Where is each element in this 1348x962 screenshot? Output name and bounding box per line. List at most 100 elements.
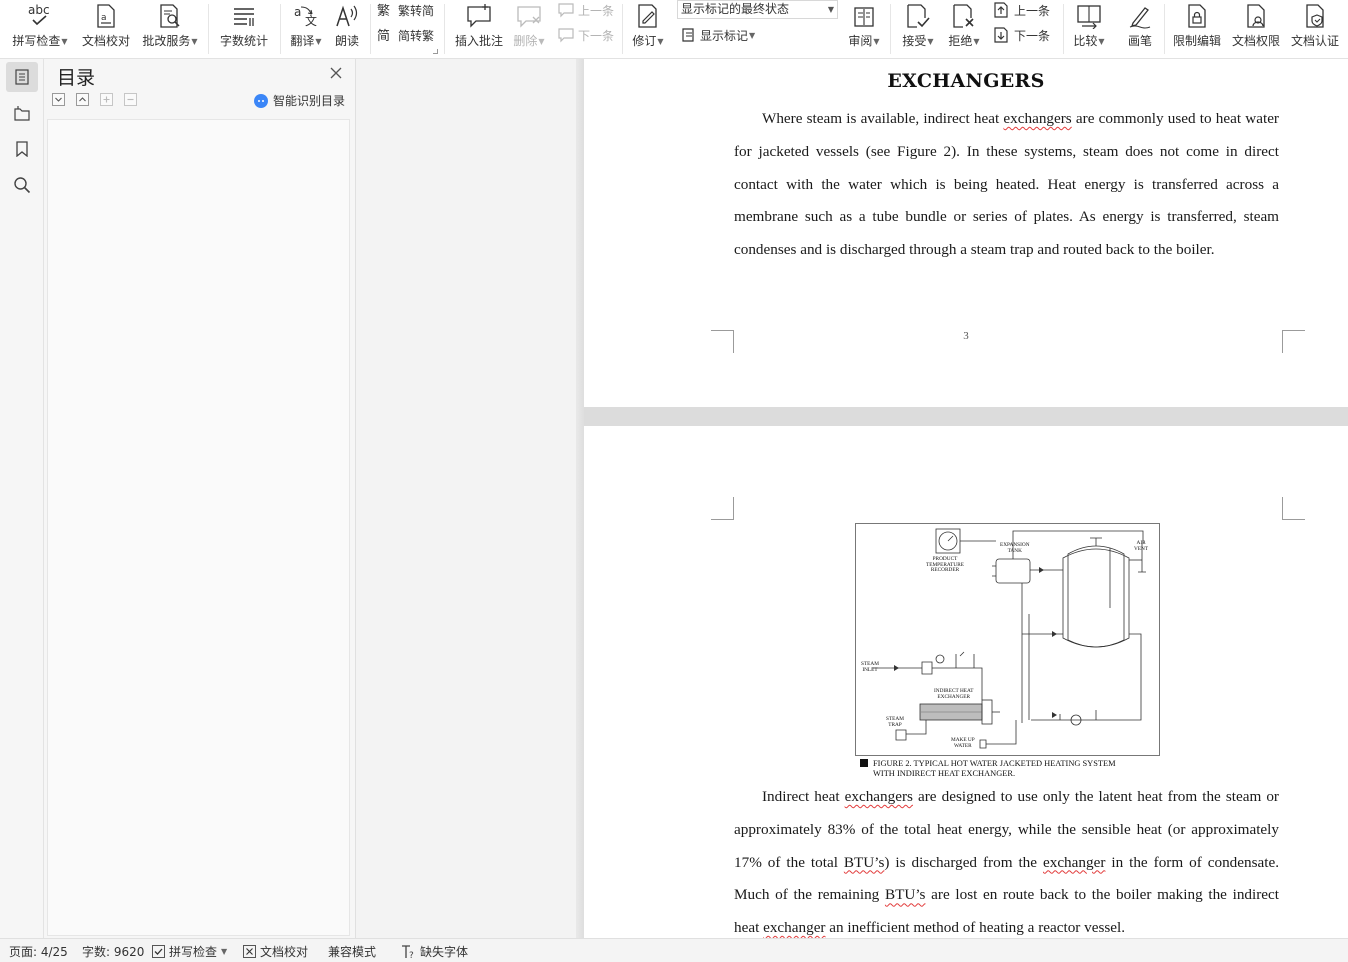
- close-icon: [330, 67, 342, 79]
- toc-tab[interactable]: [6, 62, 38, 92]
- to-simplified-button[interactable]: 繁 繁转简: [377, 0, 434, 20]
- toc-toolbar: [52, 93, 137, 106]
- spelling-flag[interactable]: BTU’s: [885, 886, 926, 903]
- markup-state-select[interactable]: 显示标记的最终状态 ▼: [677, 0, 838, 19]
- document-canvas[interactable]: EXCHANGERS Where steam is available, ind…: [356, 59, 1348, 938]
- svg-text:abc: abc: [28, 3, 50, 17]
- pen-icon: [1127, 1, 1153, 29]
- translate-label: 翻译: [290, 34, 315, 48]
- revise-icon: [157, 1, 183, 29]
- group-launcher-icon[interactable]: [433, 49, 438, 54]
- page-indicator[interactable]: 页面: 4/25: [9, 943, 68, 960]
- track-changes-label: 修订: [632, 34, 657, 48]
- figure-label: EXPANSION TANK: [1000, 542, 1030, 554]
- search-tab[interactable]: [6, 170, 38, 200]
- spelling-flag[interactable]: exchanger: [763, 919, 825, 936]
- spelling-flag[interactable]: BTU’s: [844, 854, 885, 871]
- compat-mode-indicator[interactable]: 兼容模式: [328, 943, 376, 960]
- next-change-icon: [994, 27, 1008, 43]
- ink-button[interactable]: 画笔: [1120, 0, 1160, 58]
- track-changes-button[interactable]: 修订▼: [628, 0, 668, 58]
- remove-heading-button[interactable]: [124, 93, 137, 106]
- to-simplified-label: 繁转简: [398, 3, 435, 18]
- markup-state-value: 显示标记的最终状态: [681, 2, 790, 16]
- compare-button[interactable]: 比较▼: [1069, 0, 1109, 58]
- reject-button[interactable]: 拒绝▼: [944, 0, 984, 58]
- section-heading: EXCHANGERS: [887, 70, 1045, 92]
- insert-comment-button[interactable]: 插入批注: [450, 0, 508, 58]
- accept-label: 接受: [902, 34, 927, 48]
- page-number: 3: [963, 330, 969, 342]
- accept-button[interactable]: 接受▼: [898, 0, 938, 58]
- status-bar: 页面: 4/25 字数: 9620 拼写检查 ▼ 文档校对 兼容模式 ? 缺失字体: [0, 938, 1348, 962]
- doc-proof-button[interactable]: a 文档校对: [78, 0, 134, 58]
- word-count-button[interactable]: 字数统计: [214, 0, 274, 58]
- status-doc-proof[interactable]: 文档校对: [243, 943, 308, 960]
- close-panel-button[interactable]: [329, 66, 343, 80]
- reject-label: 拒绝: [948, 34, 973, 48]
- delete-label: 删除: [513, 34, 538, 48]
- document-page[interactable]: EXCHANGERS Where steam is available, ind…: [584, 59, 1348, 407]
- word-count-indicator[interactable]: 字数: 9620: [82, 943, 144, 960]
- prev-change-button[interactable]: 上一条: [993, 0, 1050, 20]
- collapse-all-button[interactable]: [76, 93, 89, 106]
- doc-permission-button[interactable]: 文档权限: [1228, 0, 1284, 58]
- expand-all-button[interactable]: [52, 93, 65, 106]
- figure-caption: FIGURE 2. TYPICAL HOT WATER JACKETED HEA…: [860, 759, 1180, 779]
- toc-list[interactable]: [47, 119, 350, 936]
- svg-text:a: a: [101, 13, 107, 23]
- bookmark-tab[interactable]: [6, 134, 38, 164]
- spell-check-button[interactable]: abc 拼写检查▼: [8, 0, 72, 58]
- read-aloud-icon: [334, 1, 360, 29]
- spelling-flag[interactable]: exchanger: [1043, 854, 1105, 871]
- revise-service-button[interactable]: 批改服务▼: [138, 0, 202, 58]
- ai-toc-button[interactable]: 智能识别目录: [254, 92, 345, 109]
- read-aloud-button[interactable]: 朗读: [330, 0, 364, 58]
- doc-proof-label: 文档校对: [81, 34, 130, 48]
- bookmark-icon: [16, 141, 28, 157]
- missing-font-label: 缺失字体: [420, 945, 469, 959]
- word-count-icon: [231, 1, 257, 29]
- next-change-button[interactable]: 下一条: [993, 25, 1050, 45]
- figure-diagram[interactable]: PRODUCT TEMPERATURE RECORDER EXPANSION TANK…: [855, 523, 1160, 756]
- missing-font-button[interactable]: ? 缺失字体: [401, 943, 468, 960]
- ribbon-separator: [622, 4, 623, 54]
- next-comment-button[interactable]: 下一条: [557, 25, 614, 45]
- document-page[interactable]: PRODUCT TEMPERATURE RECORDER EXPANSION TANK…: [584, 426, 1348, 938]
- restrict-edit-button[interactable]: 限制编辑: [1170, 0, 1224, 58]
- delete-comment-button[interactable]: 删除▼: [510, 0, 548, 58]
- doc-proof-icon: a: [94, 1, 118, 29]
- navigation-tab[interactable]: [6, 98, 38, 128]
- missing-font-icon: ?: [402, 944, 414, 959]
- ribbon-separator: [280, 4, 281, 54]
- status-spell-check[interactable]: 拼写检查 ▼: [152, 943, 227, 960]
- restrict-edit-label: 限制编辑: [1172, 34, 1221, 48]
- show-markup-label: 显示标记: [700, 28, 749, 43]
- svg-text:a: a: [294, 5, 301, 19]
- next-comment-label: 下一条: [578, 28, 615, 43]
- figure-label: STEAM TRAP: [886, 716, 904, 728]
- search-icon: [14, 177, 31, 194]
- add-heading-button[interactable]: [100, 93, 113, 106]
- navigation-icon: [14, 106, 30, 121]
- crop-mark: [711, 330, 734, 353]
- prev-comment-button[interactable]: 上一条: [557, 0, 614, 20]
- insert-comment-label: 插入批注: [454, 34, 503, 48]
- show-markup-icon: [682, 28, 694, 42]
- prev-comment-icon: [558, 3, 574, 18]
- translate-button[interactable]: a文 翻译▼: [286, 0, 326, 58]
- page-shadow: [576, 59, 584, 938]
- svg-text:?: ?: [409, 951, 414, 959]
- prev-comment-label: 上一条: [578, 3, 615, 18]
- spelling-flag[interactable]: exchangers: [1003, 110, 1071, 127]
- svg-text:简: 简: [377, 28, 390, 43]
- show-markup-button[interactable]: 显示标记 ▼: [681, 25, 755, 45]
- compare-label: 比较: [1073, 34, 1098, 48]
- spelling-flag[interactable]: exchangers: [845, 788, 913, 805]
- plus-icon: [103, 96, 110, 103]
- lock-icon: [1185, 1, 1209, 29]
- minus-icon: [127, 98, 134, 101]
- review-pane-button[interactable]: 审阅▼: [844, 0, 884, 58]
- to-traditional-button[interactable]: 简 简转繁: [377, 25, 434, 45]
- doc-certify-button[interactable]: 文档认证: [1287, 0, 1343, 58]
